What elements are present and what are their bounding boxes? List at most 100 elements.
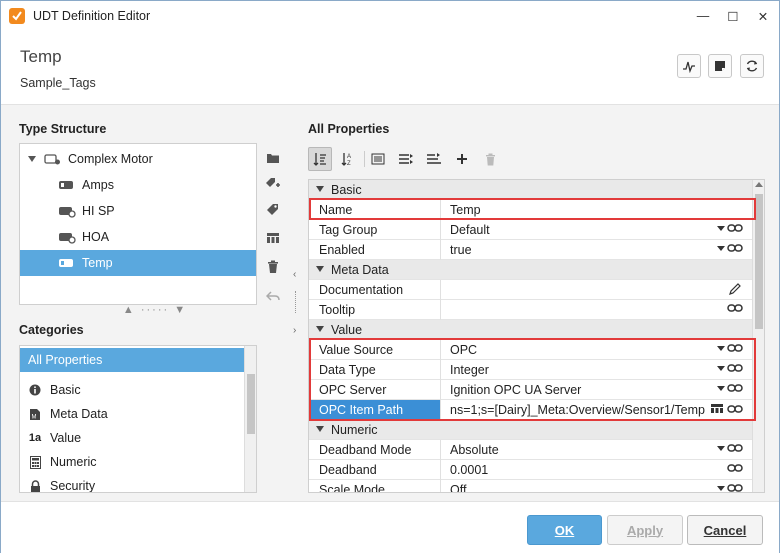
dropdown-arrow-icon[interactable] — [717, 365, 725, 371]
property-row-documentation[interactable]: Documentation — [309, 280, 752, 300]
browse-tags-icon[interactable] — [710, 403, 724, 414]
categories-scrollbar[interactable] — [244, 346, 256, 492]
edit-control[interactable] — [729, 283, 741, 295]
minimize-button[interactable]: — — [691, 5, 715, 27]
dropdown-binding-control[interactable] — [717, 363, 743, 373]
property-value[interactable]: OPC — [450, 343, 720, 357]
category-security[interactable]: Security — [20, 474, 244, 492]
property-row-tooltip[interactable]: Tooltip — [309, 300, 752, 320]
property-row-deadband-mode[interactable]: Deadband Mode Absolute — [309, 440, 752, 460]
ok-button[interactable]: OK — [527, 515, 602, 545]
udt-instance-button[interactable] — [264, 229, 282, 247]
property-value[interactable]: true — [450, 243, 720, 257]
note-button[interactable] — [708, 54, 732, 78]
category-basic[interactable]: Basic — [20, 378, 244, 402]
categories-list[interactable]: All Properties Basic M Meta Data 1a Valu… — [19, 345, 257, 493]
property-value[interactable]: 0.0001 — [450, 463, 720, 477]
property-row-enabled[interactable]: Enabled true — [309, 240, 752, 260]
delete-button[interactable] — [264, 258, 282, 276]
refresh-button[interactable] — [740, 54, 764, 78]
property-row-scale-mode[interactable]: Scale Mode Off — [309, 480, 752, 493]
category-row-basic[interactable]: Basic — [309, 180, 752, 200]
collapse-all-button[interactable] — [422, 147, 446, 171]
dropdown-arrow-icon[interactable] — [717, 245, 725, 251]
dropdown-binding-control[interactable] — [717, 383, 743, 393]
add-property-button[interactable] — [450, 147, 474, 171]
binding-link-icon[interactable] — [727, 404, 743, 414]
panel-splitter[interactable]: ‹ › — [290, 265, 304, 345]
tree-resize-handle[interactable]: ▲ ····· ▼ — [115, 304, 195, 316]
type-structure-tree[interactable]: Complex Motor Amps HI SP HOA Temp — [19, 143, 257, 305]
property-row-data-type[interactable]: Data Type Integer — [309, 360, 752, 380]
cancel-button[interactable]: Cancel — [687, 515, 763, 545]
binding-link-icon[interactable] — [727, 483, 743, 493]
history-button[interactable] — [677, 54, 701, 78]
tree-item-hoa[interactable]: HOA — [20, 224, 256, 250]
tree-item-hi-sp[interactable]: HI SP — [20, 198, 256, 224]
category-numeric[interactable]: Numeric — [20, 450, 244, 474]
new-tag-button[interactable] — [264, 175, 282, 193]
binding-link-icon[interactable] — [727, 443, 743, 453]
property-value[interactable]: Absolute — [450, 443, 720, 457]
dropdown-binding-control[interactable] — [717, 483, 743, 493]
property-value[interactable]: Ignition OPC UA Server — [450, 383, 720, 397]
undo-button[interactable] — [264, 287, 282, 305]
category-value[interactable]: 1a Value — [20, 426, 244, 450]
sort-alphabetical-button[interactable]: AZ — [336, 147, 360, 171]
binding-link-icon[interactable] — [727, 463, 743, 473]
tree-item-complex-motor[interactable]: Complex Motor — [20, 146, 256, 172]
collapse-left-icon[interactable]: ‹ — [293, 269, 296, 280]
binding-control[interactable] — [727, 303, 743, 313]
dropdown-binding-control[interactable] — [717, 223, 743, 233]
maximize-button[interactable]: ☐ — [721, 5, 745, 27]
collapse-right-icon[interactable]: › — [293, 325, 296, 336]
property-value[interactable]: Default — [450, 223, 720, 237]
binding-link-icon[interactable] — [727, 383, 743, 393]
splitter-grip[interactable] — [295, 291, 297, 313]
dropdown-binding-control[interactable] — [717, 443, 743, 453]
properties-scroll-thumb[interactable] — [755, 194, 763, 329]
dropdown-arrow-icon[interactable] — [717, 445, 725, 451]
expand-all-button[interactable] — [394, 147, 418, 171]
collapse-arrow-icon[interactable] — [316, 426, 324, 432]
binding-link-icon[interactable] — [727, 223, 743, 233]
property-row-name[interactable]: Name Temp — [309, 200, 752, 220]
collapse-arrow-icon[interactable] — [316, 186, 324, 192]
pencil-icon[interactable] — [729, 283, 741, 295]
property-row-opc-item-path[interactable]: OPC Item Path ns=1;s=[Dairy]_Meta:Overvi… — [309, 400, 752, 420]
list-view-button[interactable] — [366, 147, 390, 171]
category-row-meta-data[interactable]: Meta Data — [309, 260, 752, 280]
collapse-arrow-icon[interactable] — [316, 326, 324, 332]
categories-scroll-thumb[interactable] — [247, 374, 255, 434]
scroll-up-icon[interactable] — [755, 182, 763, 187]
dropdown-arrow-icon[interactable] — [717, 485, 725, 491]
category-meta-data[interactable]: M Meta Data — [20, 402, 244, 426]
dropdown-arrow-icon[interactable] — [717, 225, 725, 231]
delete-property-button[interactable] — [478, 147, 502, 171]
apply-button[interactable]: Apply — [607, 515, 683, 545]
category-row-numeric[interactable]: Numeric — [309, 420, 752, 440]
property-value[interactable]: Temp — [450, 203, 720, 217]
property-row-deadband[interactable]: Deadband 0.0001 — [309, 460, 752, 480]
property-value[interactable]: ns=1;s=[Dairy]_Meta:Overview/Sensor1/Tem… — [450, 403, 708, 417]
expand-arrow-icon[interactable] — [28, 156, 36, 162]
binding-link-icon[interactable] — [727, 303, 743, 313]
tag-button[interactable] — [264, 201, 282, 219]
collapse-arrow-icon[interactable] — [316, 266, 324, 272]
new-folder-button[interactable] — [264, 149, 282, 167]
binding-control[interactable] — [727, 463, 743, 473]
property-row-opc-server[interactable]: OPC Server Ignition OPC UA Server — [309, 380, 752, 400]
category-row-value[interactable]: Value — [309, 320, 752, 340]
browse-binding-control[interactable] — [710, 403, 743, 414]
tree-item-amps[interactable]: Amps — [20, 172, 256, 198]
category-all-properties[interactable]: All Properties — [20, 348, 244, 372]
tree-item-temp[interactable]: Temp — [20, 250, 256, 276]
dropdown-binding-control[interactable] — [717, 343, 743, 353]
property-row-value-source[interactable]: Value Source OPC — [309, 340, 752, 360]
properties-scrollbar[interactable] — [752, 180, 764, 492]
binding-link-icon[interactable] — [727, 363, 743, 373]
property-row-tag-group[interactable]: Tag Group Default — [309, 220, 752, 240]
dropdown-arrow-icon[interactable] — [717, 385, 725, 391]
property-value[interactable]: Off — [450, 483, 720, 492]
binding-link-icon[interactable] — [727, 243, 743, 253]
